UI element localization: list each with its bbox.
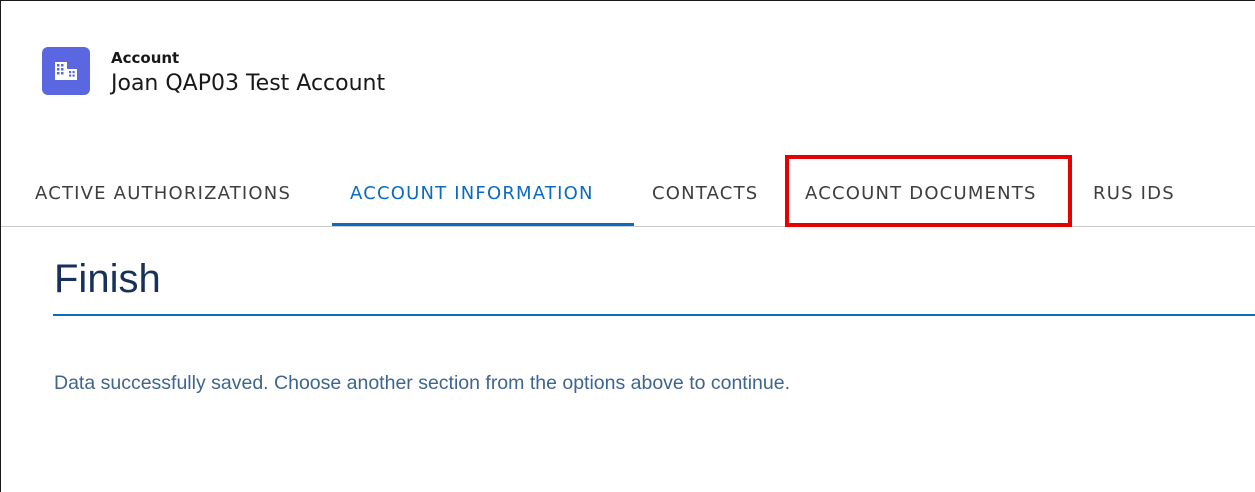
record-name: Joan QAP03 Test Account <box>111 71 386 96</box>
tab-account-information[interactable]: ACCOUNT INFORMATION <box>350 161 594 225</box>
success-message: Data successfully saved. Choose another … <box>54 372 791 394</box>
record-title-block: Account Joan QAP03 Test Account <box>111 49 385 99</box>
section-title: Finish <box>54 257 161 301</box>
tab-active-authorizations[interactable]: ACTIVE AUTHORIZATIONS <box>35 161 291 225</box>
object-type-label: Account <box>111 49 180 67</box>
section-divider <box>53 314 1255 316</box>
page-frame: Account Joan QAP03 Test Account ACTIVE A… <box>0 0 1255 492</box>
building-icon <box>42 47 90 95</box>
active-tab-indicator <box>332 223 634 226</box>
highlight-annotation-box <box>785 155 1072 227</box>
tab-rus-ids[interactable]: RUS IDS <box>1093 161 1175 225</box>
record-header: Account Joan QAP03 Test Account <box>42 47 385 99</box>
tab-contacts[interactable]: CONTACTS <box>652 161 758 225</box>
